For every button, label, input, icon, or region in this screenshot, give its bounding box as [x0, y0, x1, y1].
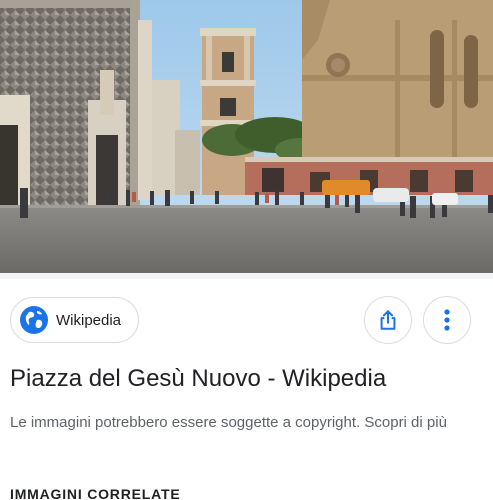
more-vertical-icon [444, 309, 450, 331]
copyright-text: Le immagini potrebbero essere soggette a… [10, 414, 361, 431]
more-info-link[interactable]: Scopri di più [364, 414, 447, 431]
image-divider [0, 273, 493, 279]
share-icon [380, 310, 396, 330]
copyright-notice: Le immagini potrebbero essere soggette a… [10, 410, 480, 436]
related-images-heading: IMMAGINI CORRELATE [10, 486, 181, 500]
source-name: Wikipedia [56, 311, 122, 329]
result-image[interactable] [0, 0, 493, 273]
globe-icon [20, 306, 48, 334]
more-options-button[interactable] [423, 296, 471, 344]
source-chip[interactable]: Wikipedia [10, 297, 139, 343]
result-title[interactable]: Piazza del Gesù Nuovo - Wikipedia [10, 362, 485, 396]
share-button[interactable] [364, 296, 412, 344]
image-result-screen: Wikipedia Piazza del Gesù Nuovo - Wikipe… [0, 0, 493, 500]
